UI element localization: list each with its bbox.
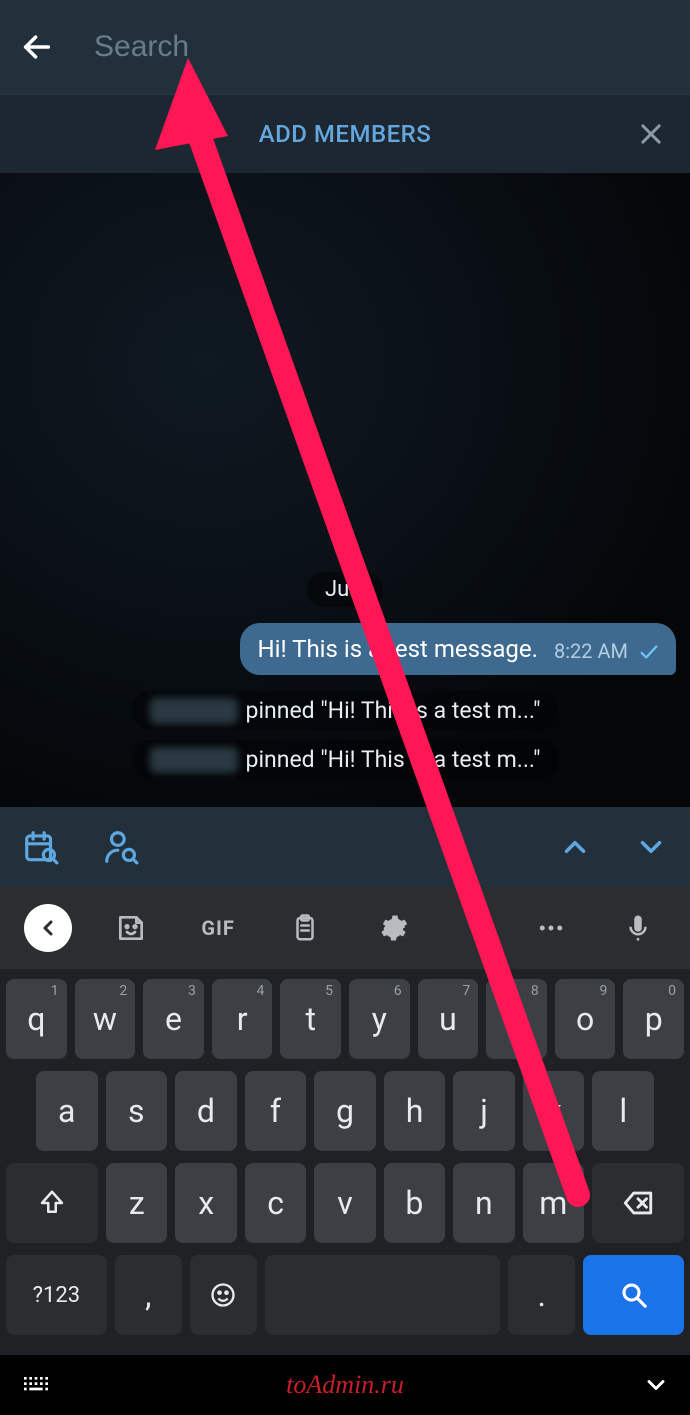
key-x[interactable]: x: [175, 1163, 236, 1243]
key-f[interactable]: f: [245, 1071, 307, 1151]
chevron-up-icon[interactable]: [558, 830, 592, 864]
message-time: 8:22 AM: [554, 639, 628, 663]
message-text: Hi! This is a test message.: [258, 635, 538, 663]
clipboard-icon[interactable]: [277, 900, 333, 956]
key-u[interactable]: u7: [418, 979, 479, 1059]
key-i[interactable]: i8: [486, 979, 547, 1059]
key-y[interactable]: y6: [349, 979, 410, 1059]
key-c[interactable]: c: [245, 1163, 306, 1243]
more-icon[interactable]: [523, 900, 579, 956]
keyboard-suggestion-bar: GIF: [0, 887, 690, 969]
space-key[interactable]: [265, 1255, 500, 1335]
chat-area: July Hi! This is a test message. 8:22 AM…: [0, 173, 690, 807]
key-g[interactable]: g: [314, 1071, 376, 1151]
watermark-text: toAdmin.ru: [286, 1370, 404, 1400]
member-search-icon[interactable]: [102, 828, 140, 866]
key-n[interactable]: n: [453, 1163, 514, 1243]
key-r[interactable]: r4: [212, 979, 273, 1059]
service-message[interactable]: pinned "Hi! This is a test m...": [132, 740, 559, 779]
comma-key[interactable]: ,: [115, 1255, 182, 1335]
key-d[interactable]: d: [175, 1071, 237, 1151]
service-message[interactable]: pinned "Hi! This is a test m...": [132, 691, 559, 730]
shift-key[interactable]: [6, 1163, 98, 1243]
chevron-down-icon[interactable]: [634, 830, 668, 864]
key-k[interactable]: k: [523, 1071, 585, 1151]
key-j[interactable]: j: [453, 1071, 515, 1151]
key-m[interactable]: m: [523, 1163, 584, 1243]
date-badge: July: [307, 572, 383, 607]
key-b[interactable]: b: [384, 1163, 445, 1243]
search-toolbar: [0, 807, 690, 887]
bottom-bar: toAdmin.ru: [0, 1355, 690, 1415]
key-q[interactable]: q1: [6, 979, 67, 1059]
service-text: pinned "Hi! This is a test m...": [246, 697, 541, 724]
check-icon: [638, 641, 660, 663]
outgoing-message-bubble[interactable]: Hi! This is a test message. 8:22 AM: [240, 623, 676, 675]
key-o[interactable]: o9: [555, 979, 616, 1059]
chevron-left-icon[interactable]: [24, 904, 72, 952]
search-key[interactable]: [583, 1255, 684, 1335]
back-arrow-icon[interactable]: [20, 30, 54, 64]
sticker-icon[interactable]: [103, 900, 159, 956]
close-icon[interactable]: [637, 120, 665, 148]
keyboard-switch-icon[interactable]: [20, 1369, 52, 1401]
backspace-key[interactable]: [592, 1163, 684, 1243]
gif-button[interactable]: GIF: [190, 900, 246, 956]
key-h[interactable]: h: [384, 1071, 446, 1151]
mic-icon[interactable]: [610, 900, 666, 956]
service-text: pinned "Hi! This is a test m...": [246, 746, 541, 773]
search-input[interactable]: [94, 30, 670, 64]
blurred-username: [150, 747, 238, 773]
key-w[interactable]: w2: [75, 979, 136, 1059]
key-l[interactable]: l: [592, 1071, 654, 1151]
key-a[interactable]: a: [36, 1071, 98, 1151]
add-members-banner[interactable]: ADD MEMBERS: [0, 95, 690, 173]
calendar-search-icon[interactable]: [22, 828, 60, 866]
key-e[interactable]: e3: [143, 979, 204, 1059]
blurred-username: [150, 698, 238, 724]
search-header: [0, 0, 690, 95]
symbols-key[interactable]: ?123: [6, 1255, 107, 1335]
key-t[interactable]: t5: [280, 979, 341, 1059]
period-key[interactable]: .: [508, 1255, 575, 1335]
add-members-label: ADD MEMBERS: [259, 120, 432, 148]
key-v[interactable]: v: [314, 1163, 375, 1243]
key-p[interactable]: p0: [623, 979, 684, 1059]
keyboard: q1w2e3r4t5y6u7i8o9p0 asdfghjkl zxcvbnm ?…: [0, 969, 690, 1355]
key-s[interactable]: s: [106, 1071, 168, 1151]
emoji-key[interactable]: [190, 1255, 257, 1335]
gear-icon[interactable]: [365, 900, 421, 956]
collapse-keyboard-icon[interactable]: [642, 1371, 670, 1399]
key-z[interactable]: z: [106, 1163, 167, 1243]
message-row: Hi! This is a test message. 8:22 AM: [0, 623, 690, 675]
